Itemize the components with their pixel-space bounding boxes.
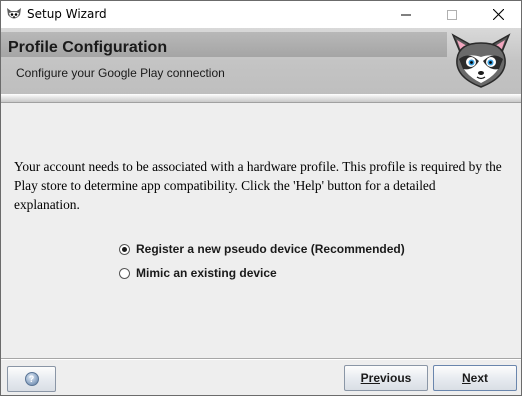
next-button[interactable]: Next <box>433 365 517 391</box>
previous-mnemonic: Pre <box>360 371 380 385</box>
raccoon-app-icon <box>7 8 21 19</box>
previous-label-rest: vious <box>380 371 412 385</box>
description-text: Your account needs to be associated with… <box>14 159 502 212</box>
help-button[interactable]: ? <box>7 366 56 392</box>
minimize-icon <box>401 14 411 15</box>
window-title: Setup Wizard <box>27 7 107 21</box>
header-banner: Profile Configuration Configure your Goo… <box>1 28 521 102</box>
raccoon-mascot-icon <box>451 33 511 88</box>
radio-button-selected[interactable] <box>119 243 130 255</box>
option-register-new-device[interactable]: Register a new pseudo device (Recommende… <box>119 241 405 257</box>
title-bar[interactable]: Setup Wizard <box>1 1 521 28</box>
maximize-icon <box>447 9 457 20</box>
option-mimic-existing-device[interactable]: Mimic an existing device <box>119 265 277 281</box>
close-icon <box>492 9 504 20</box>
page-subtitle: Configure your Google Play connection <box>16 66 225 80</box>
page-title: Profile Configuration <box>8 39 168 56</box>
setup-wizard-window: Setup Wizard Profile Configuration Confi… <box>0 0 522 396</box>
banner-highlight <box>1 94 521 102</box>
maximize-button[interactable] <box>429 1 475 28</box>
minimize-button[interactable] <box>383 1 429 28</box>
header-title-strip: Profile Configuration <box>1 32 447 57</box>
banner-divider <box>1 102 521 103</box>
previous-button[interactable]: Pre vious <box>344 365 428 391</box>
radio-button[interactable] <box>119 267 130 279</box>
close-button[interactable] <box>475 1 521 28</box>
footer-divider-highlight <box>1 359 521 360</box>
help-icon: ? <box>24 372 39 386</box>
option-label[interactable]: Mimic an existing device <box>136 266 277 280</box>
next-mnemonic: N <box>461 371 471 385</box>
next-label-rest: ext <box>470 371 488 385</box>
radio-dot <box>122 246 127 252</box>
option-label[interactable]: Register a new pseudo device (Recommende… <box>136 242 405 256</box>
